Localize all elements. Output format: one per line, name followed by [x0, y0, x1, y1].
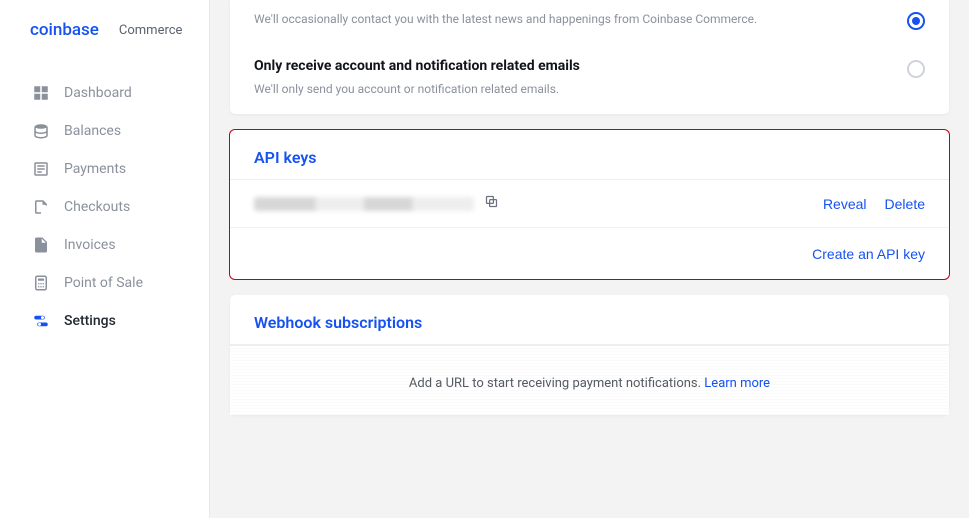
- option-title: Only receive account and notification re…: [254, 58, 867, 74]
- sidebar-item-label: Checkouts: [64, 199, 130, 215]
- sidebar-item-label: Invoices: [64, 237, 116, 253]
- sidebar-item-label: Payments: [64, 161, 126, 177]
- invoices-icon: [32, 236, 50, 254]
- webhook-message: Add a URL to start receiving payment not…: [409, 376, 704, 391]
- sidebar-item-settings[interactable]: Settings: [16, 302, 193, 340]
- payments-icon: [32, 160, 50, 178]
- sidebar-item-dashboard[interactable]: Dashboard: [16, 74, 193, 112]
- sidebar-item-label: Balances: [64, 123, 121, 139]
- settings-icon: [32, 312, 50, 330]
- option-text: We'll occasionally contact you with the …: [254, 10, 907, 28]
- api-key-value-blur: [254, 197, 474, 211]
- webhook-heading: Webhook subscriptions: [230, 295, 949, 345]
- option-text: Only receive account and notification re…: [254, 58, 907, 98]
- sidebar-item-checkouts[interactable]: Checkouts: [16, 188, 193, 226]
- sidebar-item-balances[interactable]: Balances: [16, 112, 193, 150]
- api-footer: Create an API key: [230, 228, 949, 279]
- main-content: We'll occasionally contact you with the …: [210, 0, 969, 518]
- api-keys-heading: API keys: [230, 130, 949, 180]
- sidebar-item-label: Dashboard: [64, 85, 132, 101]
- pos-icon: [32, 274, 50, 292]
- sidebar-nav: Dashboard Balances Payments Checkouts In…: [0, 62, 209, 340]
- checkouts-icon: [32, 198, 50, 216]
- api-key-actions: Reveal Delete: [823, 196, 925, 212]
- learn-more-link[interactable]: Learn more: [704, 376, 770, 391]
- email-option-all[interactable]: We'll occasionally contact you with the …: [230, 0, 949, 46]
- email-preferences-card: We'll occasionally contact you with the …: [230, 0, 949, 114]
- delete-button[interactable]: Delete: [885, 196, 925, 212]
- sidebar-item-payments[interactable]: Payments: [16, 150, 193, 188]
- webhook-empty-state: Add a URL to start receiving payment not…: [230, 345, 949, 415]
- sidebar-item-label: Settings: [64, 313, 116, 329]
- brand-sub: Commerce: [119, 23, 183, 38]
- brand-name: coinbase: [30, 20, 99, 40]
- api-keys-card: API keys Reveal Delete Create an API key: [230, 130, 949, 279]
- radio-account-only[interactable]: [907, 60, 925, 78]
- sidebar: coinbase Commerce Dashboard Balances Pay…: [0, 0, 210, 518]
- sidebar-item-invoices[interactable]: Invoices: [16, 226, 193, 264]
- logo: coinbase Commerce: [0, 20, 209, 62]
- create-api-key-button[interactable]: Create an API key: [812, 246, 925, 262]
- option-desc: We'll only send you account or notificat…: [254, 80, 867, 98]
- reveal-button[interactable]: Reveal: [823, 196, 867, 212]
- copy-icon[interactable]: [484, 194, 499, 213]
- balances-icon: [32, 122, 50, 140]
- api-key-masked: [254, 194, 823, 213]
- email-option-account-only[interactable]: Only receive account and notification re…: [230, 46, 949, 114]
- radio-all-emails[interactable]: [907, 12, 925, 30]
- dashboard-icon: [32, 84, 50, 102]
- webhook-card: Webhook subscriptions Add a URL to start…: [230, 295, 949, 415]
- sidebar-item-label: Point of Sale: [64, 275, 143, 291]
- option-desc: We'll occasionally contact you with the …: [254, 10, 867, 28]
- sidebar-item-pos[interactable]: Point of Sale: [16, 264, 193, 302]
- api-key-row: Reveal Delete: [230, 180, 949, 228]
